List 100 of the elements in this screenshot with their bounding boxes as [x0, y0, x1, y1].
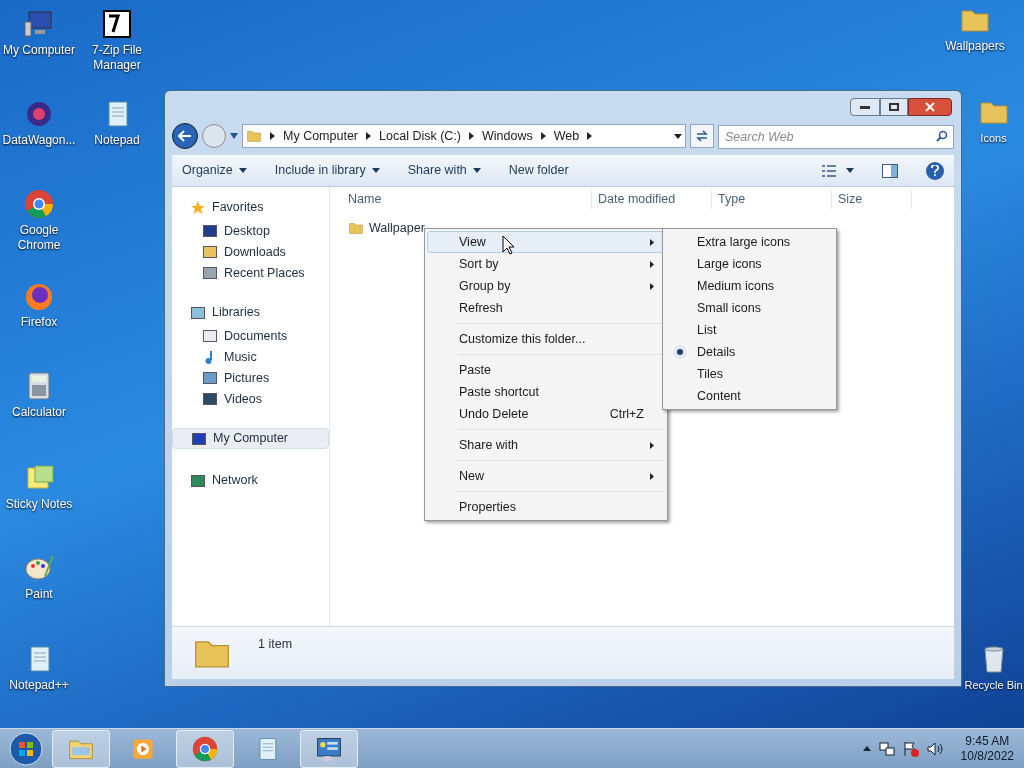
nav-label: Downloads	[224, 243, 286, 261]
address-bar[interactable]: My Computer Local Disk (C:) Windows Web	[242, 124, 686, 148]
shortcut-label: Firefox	[20, 315, 58, 330]
archive-app-icon	[101, 8, 133, 40]
clock-time[interactable]: 9:45 AM	[965, 733, 1010, 749]
menu-item[interactable]: Undo Delete Ctrl+Z	[427, 403, 665, 425]
mouse-pointer-icon	[502, 235, 515, 255]
nav-item[interactable]: Recent Places	[172, 265, 329, 281]
menu-item[interactable]: Tiles	[665, 363, 834, 385]
menu-item[interactable]: Small icons	[665, 297, 834, 319]
maximize-button[interactable]	[880, 98, 908, 116]
column-header[interactable]: Size	[832, 190, 912, 209]
breadcrumb[interactable]: Local Disk (C:)	[379, 126, 461, 146]
desktop-shortcut[interactable]: Sticky Notes	[0, 462, 78, 512]
chrome-icon	[23, 188, 55, 220]
network-icon	[878, 740, 895, 757]
back-arrow-icon	[178, 130, 192, 142]
menu-item[interactable]: Sort by	[427, 253, 665, 275]
menu-item[interactable]: Large icons	[665, 253, 834, 275]
toolbar-button[interactable]: Organize	[182, 161, 247, 180]
breadcrumb[interactable]: Windows	[482, 126, 533, 146]
column-header[interactable]: Name	[330, 190, 592, 209]
desktop-shortcut[interactable]: Notepad++	[0, 643, 78, 693]
refresh-button[interactable]	[690, 124, 714, 148]
taskbar-button[interactable]	[300, 729, 358, 768]
search-icon	[936, 130, 948, 142]
desktop-shortcut[interactable]: 7-Zip File Manager	[78, 8, 156, 73]
shortcut-label: Notepad	[94, 133, 140, 148]
nav-label: Favorites	[212, 199, 264, 217]
search-field[interactable]: Search Web	[718, 125, 954, 149]
nav-label: Desktop	[224, 222, 270, 240]
nav-item[interactable]: Desktop	[172, 223, 329, 239]
desktop-shortcut[interactable]: Google Chrome	[0, 188, 78, 253]
desktop-shortcut[interactable]: Calculator	[0, 370, 78, 420]
toolbar-button[interactable]: New folder	[508, 161, 569, 180]
breadcrumb-arrow-icon	[469, 132, 474, 140]
shortcut-label: Recycle Bin	[964, 678, 1023, 693]
shortcut-text: Ctrl+Z	[609, 405, 644, 423]
close-button[interactable]	[908, 98, 952, 116]
desktop-shortcut[interactable]: Firefox	[0, 280, 78, 330]
view-options-button[interactable]	[822, 164, 854, 177]
nav-label: My Computer	[213, 430, 289, 448]
column-header[interactable]: Date modified	[592, 190, 712, 209]
minimize-button[interactable]	[850, 98, 880, 116]
menu-item[interactable]: Paste shortcut	[427, 381, 665, 403]
menu-item[interactable]: New	[427, 465, 665, 487]
menu-item[interactable]: Share with	[427, 434, 665, 456]
nav-label: Libraries	[212, 304, 260, 322]
back-button[interactable]	[172, 123, 198, 149]
nav-item[interactable]: Network	[172, 470, 329, 491]
submenu-arrow-icon	[650, 282, 654, 290]
taskbar-button[interactable]	[176, 729, 234, 768]
nav-item[interactable]: Music	[172, 349, 329, 365]
shortcut-label: Paint	[25, 587, 53, 602]
shortcut-label: Calculator	[12, 405, 66, 420]
menu-item[interactable]: Group by	[427, 275, 665, 297]
nav-item[interactable]: Videos	[172, 391, 329, 407]
breadcrumb[interactable]: Web	[553, 126, 580, 146]
menu-item[interactable]: View	[427, 231, 665, 253]
breadcrumb[interactable]: My Computer	[283, 126, 359, 146]
breadcrumb-arrow-icon	[270, 132, 275, 140]
toolbar-button[interactable]: Include in library	[274, 161, 380, 180]
flag-warning-icon	[902, 740, 919, 757]
desktop-shortcut[interactable]: Wallpapers	[936, 4, 1014, 54]
file-name[interactable]: Wallpaper	[369, 218, 425, 238]
toolbar-button[interactable]: Share with	[407, 161, 481, 180]
star-icon	[190, 199, 206, 216]
nav-item[interactable]: Documents	[172, 328, 329, 344]
nav-item[interactable]: Downloads	[172, 244, 329, 260]
menu-item[interactable]: Properties	[427, 496, 665, 518]
help-button[interactable]	[926, 161, 944, 180]
nav-label: Videos	[224, 390, 262, 408]
submenu-arrow-icon	[650, 472, 654, 480]
menu-item[interactable]: Content	[665, 385, 834, 407]
caret-icon	[472, 168, 481, 173]
submenu-arrow-icon	[650, 441, 654, 449]
menu-item[interactable]: Extra large icons	[665, 231, 834, 253]
menu-item[interactable]: List	[665, 319, 834, 341]
menu-item[interactable]: Customize this folder...	[427, 328, 665, 350]
desktop-shortcut[interactable]: Icons	[963, 96, 1024, 146]
menu-item[interactable]: Paste	[427, 359, 665, 381]
clock-date[interactable]: 10/8/2022	[960, 748, 1014, 764]
menu-item[interactable]: Medium icons	[665, 275, 834, 297]
shortcut-label: My Computer	[3, 43, 75, 58]
nav-item[interactable]: Pictures	[172, 370, 329, 386]
desktop-shortcut[interactable]: My Computer	[0, 8, 78, 58]
desktop-shortcut[interactable]: Notepad	[78, 98, 156, 148]
column-header[interactable]: Type	[712, 190, 832, 209]
submenu-arrow-icon	[650, 238, 654, 246]
nav-item[interactable]: My Computer	[172, 428, 329, 449]
desktop-shortcut[interactable]: Recycle Bin	[963, 643, 1024, 693]
desktop-shortcut[interactable]: DataWagon...	[0, 98, 78, 148]
folder-icon	[246, 128, 262, 144]
desktop-shortcut[interactable]: Paint	[0, 552, 78, 602]
nav-item[interactable]: Favorites	[172, 197, 329, 218]
shortcut-label: Notepad++	[9, 678, 69, 693]
menu-item[interactable]: Refresh	[427, 297, 665, 319]
nav-item[interactable]: Libraries	[172, 302, 329, 323]
menu-item[interactable]: Details	[665, 341, 834, 363]
history-caret-icon	[230, 133, 238, 139]
